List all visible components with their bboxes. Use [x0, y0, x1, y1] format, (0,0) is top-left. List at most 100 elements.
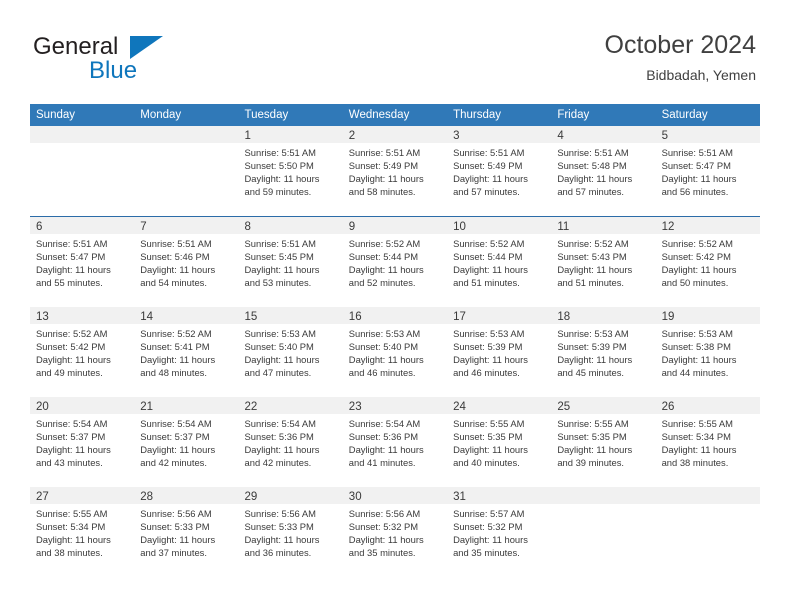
calendar-day-cell[interactable]: 25 Sunrise: 5:55 AM Sunset: 5:35 PM Dayligh… [551, 397, 656, 487]
day-detail-line: and 36 minutes. [244, 547, 312, 559]
calendar-day-cell[interactable]: 29 Sunrise: 5:56 AM Sunset: 5:33 PM Dayligh… [238, 487, 343, 577]
day-number-band: 16 [342, 307, 448, 324]
calendar-day-cell[interactable]: 23 Sunrise: 5:54 AM Sunset: 5:36 PM Dayligh… [342, 397, 448, 487]
calendar-day-cell[interactable]: 22 Sunrise: 5:54 AM Sunset: 5:36 PM Dayligh… [238, 397, 343, 487]
calendar-day-cell-empty [655, 487, 760, 577]
day-detail-line: and 35 minutes. [453, 547, 520, 559]
day-detail-line: Sunset: 5:44 PM [348, 251, 419, 263]
day-detail-line: and 53 minutes. [244, 277, 312, 289]
day-number-band: 29 [238, 487, 343, 504]
calendar-day-cell[interactable]: 20 Sunrise: 5:54 AM Sunset: 5:37 PM Dayligh… [30, 397, 135, 487]
day-detail-text: Sunrise: 5:55 AM Sunset: 5:35 PM Daylight:… [551, 414, 655, 469]
day-number: 16 [348, 311, 362, 323]
calendar-day-cell[interactable]: 26 Sunrise: 5:55 AM Sunset: 5:34 PM Dayligh… [655, 397, 760, 487]
calendar-day-cell[interactable]: 17 Sunrise: 5:53 AM Sunset: 5:39 PM Dayligh… [447, 307, 552, 397]
day-detail-line: Daylight: 11 hours [244, 354, 320, 366]
day-detail-line: Sunrise: 5:51 AM [557, 147, 629, 158]
calendar-day-cell[interactable]: 16 Sunrise: 5:53 AM Sunset: 5:40 PM Dayligh… [342, 307, 448, 397]
day-detail-line: and 54 minutes. [140, 277, 207, 289]
calendar-day-cell[interactable]: 19 Sunrise: 5:53 AM Sunset: 5:38 PM Dayligh… [655, 307, 760, 397]
day-detail-line: Daylight: 11 hours [661, 444, 737, 456]
day-number: 13 [36, 311, 49, 323]
calendar-day-cell[interactable]: 14 Sunrise: 5:52 AM Sunset: 5:41 PM Dayligh… [134, 307, 239, 397]
day-detail-line: Sunrise: 5:52 AM [140, 328, 212, 339]
day-number: 19 [661, 311, 675, 323]
general-blue-logo[interactable]: General Blue [33, 34, 223, 90]
day-number-band: 3 [447, 126, 552, 143]
calendar-day-cell[interactable]: 11 Sunrise: 5:52 AM Sunset: 5:43 PM Dayligh… [551, 217, 656, 307]
day-detail-line: Sunset: 5:33 PM [140, 521, 210, 533]
day-number-band [30, 126, 135, 143]
day-detail-text: Sunrise: 5:54 AM Sunset: 5:36 PM Daylight:… [239, 414, 343, 469]
day-number-band: 22 [238, 397, 343, 414]
day-detail-line: Daylight: 11 hours [557, 264, 633, 276]
day-detail-line: Daylight: 11 hours [453, 354, 528, 366]
day-detail-line: Sunset: 5:35 PM [453, 431, 523, 443]
day-detail-text: Sunrise: 5:52 AM Sunset: 5:44 PM Daylight:… [343, 234, 447, 289]
day-number: 5 [661, 130, 668, 142]
day-detail-line: and 45 minutes. [557, 367, 625, 379]
day-detail-text: Sunrise: 5:54 AM Sunset: 5:37 PM Daylight:… [30, 414, 134, 469]
calendar-day-cell[interactable]: 31 Sunrise: 5:57 AM Sunset: 5:32 PM Dayligh… [447, 487, 552, 577]
day-detail-line: Sunset: 5:43 PM [557, 251, 627, 263]
day-number-band [655, 487, 760, 504]
day-detail-line: Sunset: 5:34 PM [661, 431, 731, 443]
day-detail-line: Daylight: 11 hours [453, 444, 528, 456]
calendar-day-cell[interactable]: 27 Sunrise: 5:55 AM Sunset: 5:34 PM Dayligh… [30, 487, 135, 577]
calendar-day-cell[interactable]: 15 Sunrise: 5:53 AM Sunset: 5:40 PM Dayligh… [238, 307, 343, 397]
day-detail-line: Sunrise: 5:53 AM [557, 328, 629, 339]
calendar-day-cell[interactable]: 6 Sunrise: 5:51 AM Sunset: 5:47 PM Daylight… [30, 217, 135, 307]
day-number-band: 27 [30, 487, 135, 504]
day-detail-line: Sunrise: 5:52 AM [348, 238, 421, 249]
day-detail-line: Sunset: 5:42 PM [661, 251, 731, 263]
calendar-day-cell[interactable]: 28 Sunrise: 5:56 AM Sunset: 5:33 PM Dayligh… [134, 487, 239, 577]
calendar-day-cell[interactable]: 4 Sunrise: 5:51 AM Sunset: 5:48 PM Daylight… [551, 126, 656, 216]
day-detail-line: and 50 minutes. [661, 277, 729, 289]
day-detail-line: Sunrise: 5:56 AM [140, 508, 212, 519]
calendar-day-cell[interactable]: 10 Sunrise: 5:52 AM Sunset: 5:44 PM Dayligh… [447, 217, 552, 307]
day-detail-line: Daylight: 11 hours [140, 534, 216, 546]
day-detail-line: Sunset: 5:46 PM [140, 251, 210, 263]
calendar-day-cell[interactable]: 1 Sunrise: 5:51 AM Sunset: 5:50 PM Daylight… [238, 126, 343, 216]
calendar-day-cell[interactable]: 7 Sunrise: 5:51 AM Sunset: 5:46 PM Daylight… [134, 217, 239, 307]
calendar-day-cell[interactable]: 21 Sunrise: 5:54 AM Sunset: 5:37 PM Dayligh… [134, 397, 239, 487]
day-detail-text: Sunrise: 5:52 AM Sunset: 5:41 PM Daylight:… [134, 324, 238, 379]
day-detail-line: and 39 minutes. [557, 457, 625, 469]
day-detail-line: Daylight: 11 hours [244, 534, 320, 546]
day-detail-text: Sunrise: 5:52 AM Sunset: 5:42 PM Daylight:… [30, 324, 134, 379]
day-detail-text: Sunrise: 5:57 AM Sunset: 5:32 PM Daylight:… [447, 504, 551, 559]
day-detail-text: Sunrise: 5:51 AM Sunset: 5:45 PM Daylight:… [239, 234, 343, 289]
calendar-day-cell[interactable]: 8 Sunrise: 5:51 AM Sunset: 5:45 PM Daylight… [238, 217, 343, 307]
day-detail-line: and 38 minutes. [661, 457, 729, 469]
day-number: 26 [661, 401, 675, 413]
calendar-day-cell[interactable]: 3 Sunrise: 5:51 AM Sunset: 5:49 PM Daylight… [447, 126, 552, 216]
day-detail-line: Sunrise: 5:51 AM [140, 238, 212, 249]
day-detail-text [30, 143, 134, 146]
day-detail-line: and 41 minutes. [348, 457, 416, 469]
day-detail-line: Sunset: 5:32 PM [348, 521, 419, 533]
day-number: 28 [140, 491, 154, 503]
calendar-day-cell[interactable]: 13 Sunrise: 5:52 AM Sunset: 5:42 PM Dayligh… [30, 307, 135, 397]
calendar-day-cell[interactable]: 9 Sunrise: 5:52 AM Sunset: 5:44 PM Daylight… [342, 217, 448, 307]
calendar-day-cell[interactable]: 24 Sunrise: 5:55 AM Sunset: 5:35 PM Dayligh… [447, 397, 552, 487]
day-detail-line: Daylight: 11 hours [244, 444, 320, 456]
day-detail-line: Daylight: 11 hours [348, 534, 424, 546]
day-number-band: 13 [30, 307, 135, 324]
day-detail-line: Sunrise: 5:53 AM [244, 328, 316, 339]
day-detail-line: and 42 minutes. [140, 457, 207, 469]
calendar-day-cell[interactable]: 5 Sunrise: 5:51 AM Sunset: 5:47 PM Daylight… [655, 126, 760, 216]
day-detail-line: and 47 minutes. [244, 367, 312, 379]
calendar-day-cell[interactable]: 2 Sunrise: 5:51 AM Sunset: 5:49 PM Daylight… [342, 126, 448, 216]
day-detail-text: Sunrise: 5:51 AM Sunset: 5:49 PM Daylight:… [447, 143, 551, 198]
day-number-band: 2 [342, 126, 448, 143]
calendar-day-cell[interactable]: 12 Sunrise: 5:52 AM Sunset: 5:42 PM Dayligh… [655, 217, 760, 307]
day-detail-text [551, 504, 655, 507]
calendar-day-cell[interactable]: 18 Sunrise: 5:53 AM Sunset: 5:39 PM Dayligh… [551, 307, 656, 397]
day-detail-text: Sunrise: 5:51 AM Sunset: 5:48 PM Daylight:… [551, 143, 655, 198]
day-number: 22 [244, 401, 258, 413]
day-detail-line: and 55 minutes. [36, 277, 103, 289]
calendar-day-cell[interactable]: 30 Sunrise: 5:56 AM Sunset: 5:32 PM Dayligh… [342, 487, 448, 577]
day-detail-line: Daylight: 11 hours [557, 354, 633, 366]
day-detail-line: Daylight: 11 hours [348, 354, 424, 366]
day-detail-line: and 44 minutes. [661, 367, 729, 379]
